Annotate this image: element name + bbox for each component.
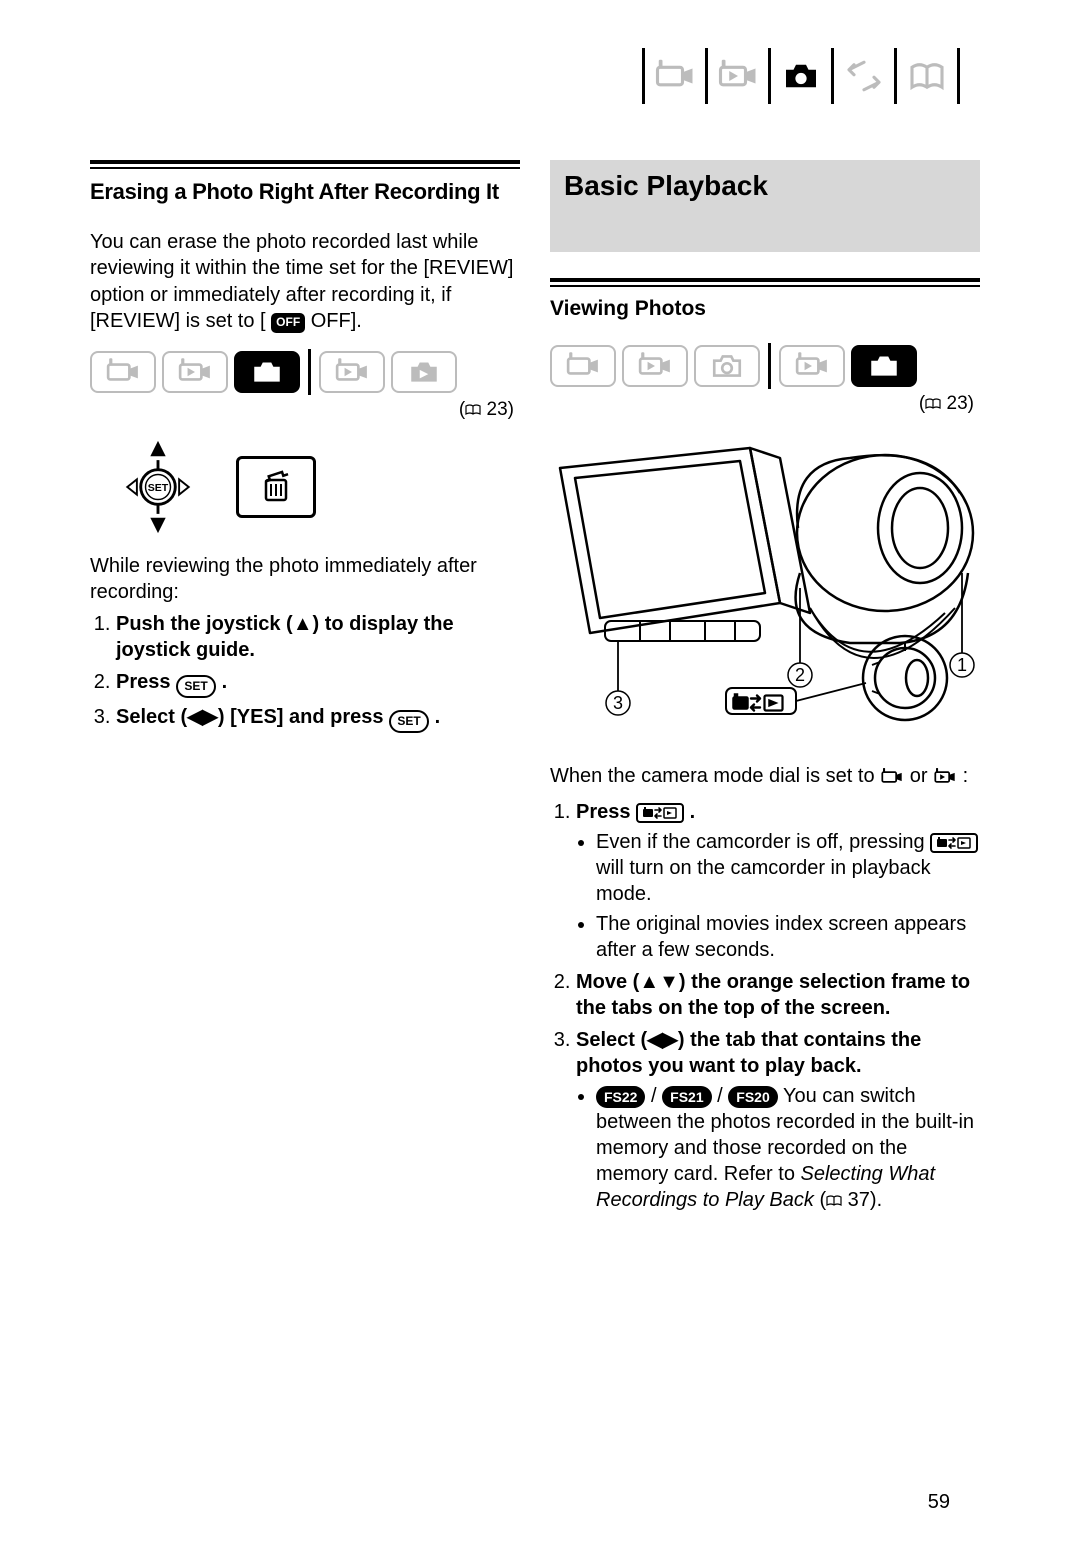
mode-camera-outline-icon bbox=[694, 345, 760, 387]
mode-movie-icon bbox=[90, 351, 156, 393]
model-fs22-pill: FS22 bbox=[596, 1086, 645, 1107]
mode-movie-play-icon bbox=[162, 351, 228, 393]
right-steps: Press . Even if the camcorder is off, pr… bbox=[550, 799, 980, 1217]
off-pill: OFF bbox=[271, 313, 305, 333]
right-mode-bar bbox=[550, 343, 980, 389]
while-reviewing-text: While reviewing the photo immediately af… bbox=[90, 553, 520, 606]
model-fs21-pill: FS21 bbox=[662, 1086, 711, 1107]
tab-movie-play-icon bbox=[716, 54, 760, 98]
svg-text:SET: SET bbox=[148, 481, 169, 493]
book-ref-icon bbox=[465, 401, 481, 425]
mode-camera-icon bbox=[234, 351, 300, 393]
joystick-icon: SET bbox=[110, 439, 206, 535]
play-mode-button-icon bbox=[930, 833, 978, 853]
joystick-trash-figure: SET bbox=[110, 439, 520, 535]
callout-3: 3 bbox=[613, 693, 623, 713]
tab-transfer-icon bbox=[842, 54, 886, 98]
left-pageref: ( 23) bbox=[90, 399, 514, 425]
delete-box-icon bbox=[236, 456, 316, 518]
mode-movie-play2-icon bbox=[319, 351, 385, 393]
tab-movie-mode-icon bbox=[653, 54, 697, 98]
callout-2: 2 bbox=[795, 665, 805, 685]
mode-camera-play-icon bbox=[851, 345, 917, 387]
dial-movie-play-icon bbox=[933, 767, 957, 793]
chapter-tab-strip bbox=[634, 48, 968, 104]
left-intro: You can erase the photo recorded last wh… bbox=[90, 229, 520, 335]
left-heading: Erasing a Photo Right After Recording It bbox=[90, 179, 520, 205]
tab-camera-icon bbox=[779, 54, 823, 98]
right-step1-sub1: Even if the camcorder is off, pressing w… bbox=[596, 829, 980, 907]
model-fs20-pill: FS20 bbox=[728, 1086, 777, 1107]
mode-camera-play-icon bbox=[391, 351, 457, 393]
right-pageref: ( 23) bbox=[550, 393, 974, 419]
play-mode-button-icon bbox=[636, 803, 684, 823]
dial-movie-icon bbox=[880, 767, 904, 793]
tab-book-icon bbox=[905, 54, 949, 98]
set-button-icon: SET bbox=[176, 675, 216, 698]
right-step1-sub2: The original movies index screen appears… bbox=[596, 911, 980, 963]
callout-1: 1 bbox=[957, 655, 967, 675]
book-ref-icon bbox=[925, 395, 941, 419]
left-steps: Push the joystick (▲) to display the joy… bbox=[90, 611, 520, 733]
mode-movie-icon bbox=[550, 345, 616, 387]
mode-movie-play2-icon bbox=[779, 345, 845, 387]
right-step3-sub: FS22 / FS21 / FS20 You can switch betwee… bbox=[596, 1083, 980, 1217]
when-dial-text: When the camera mode dial is set to or : bbox=[550, 763, 980, 793]
banner-basic-playback: Basic Playback bbox=[550, 160, 980, 252]
set-button-icon: SET bbox=[389, 710, 429, 733]
right-subheading: Viewing Photos bbox=[550, 297, 980, 321]
left-mode-bar bbox=[90, 349, 520, 395]
page-number: 59 bbox=[928, 1491, 950, 1514]
book-ref-icon bbox=[826, 1191, 842, 1217]
camcorder-illustration: 1 2 3 bbox=[550, 433, 980, 753]
mode-movie-play-icon bbox=[622, 345, 688, 387]
